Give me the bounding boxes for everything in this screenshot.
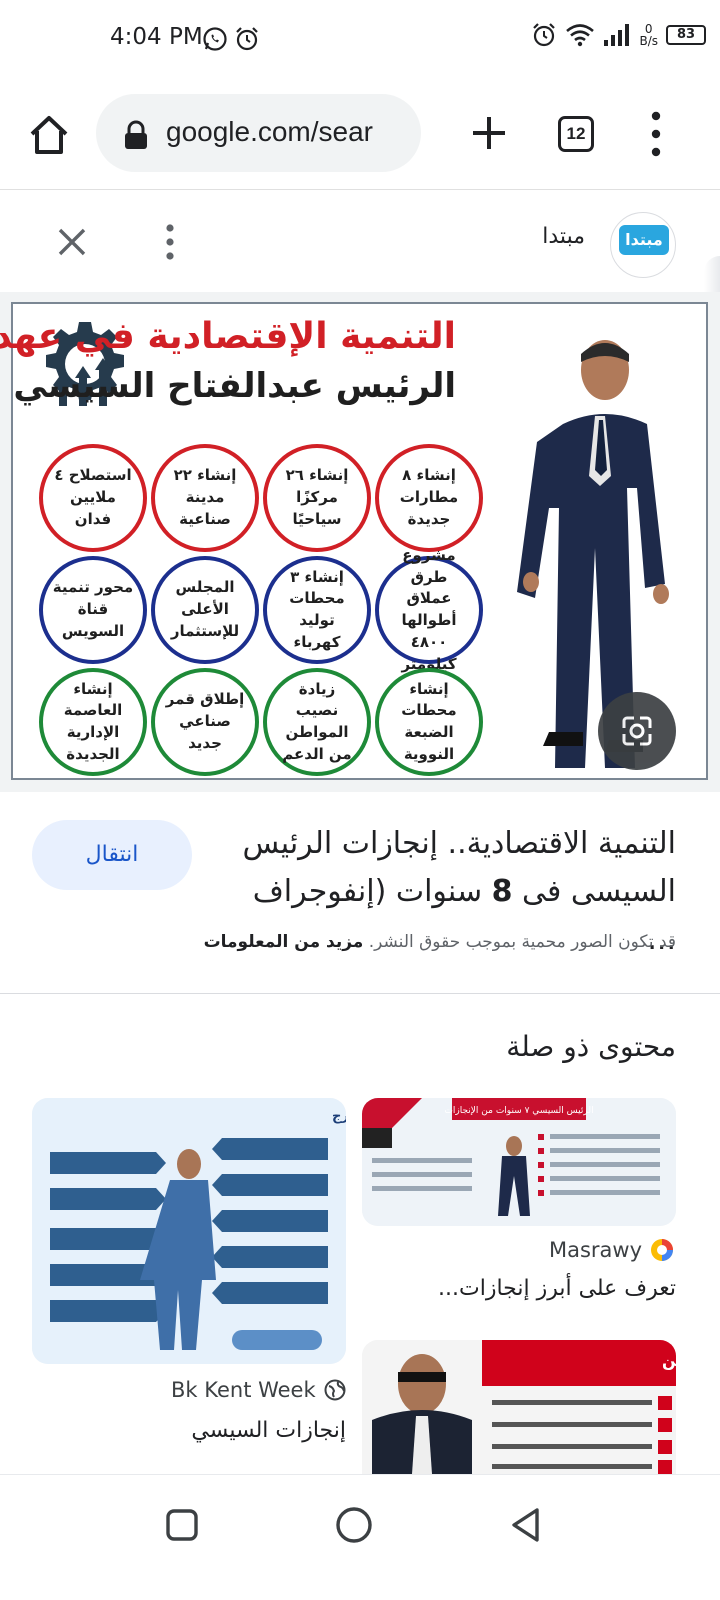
related-thumbnail-caption: مشروعات الرئيس خلال العامين القادمين	[662, 1351, 676, 1370]
info-circle: زيادة نصيب المواطن من الدعم	[263, 668, 371, 776]
network-speed: 0 B/s	[639, 22, 658, 48]
address-bar[interactable]: google.com/sear	[96, 94, 421, 172]
masrawy-logo-icon	[651, 1239, 674, 1261]
infographic-title: التنمية الإقتصادية في عهد	[0, 316, 456, 357]
new-tab-icon[interactable]	[464, 108, 514, 158]
info-circle: إنشاء محطات الضبعة النووية	[375, 668, 483, 776]
related-card-image[interactable]: أبرز انجازات السيسي خلال عام من حكمه في …	[32, 1098, 346, 1364]
lock-icon	[125, 120, 147, 149]
google-lens-button[interactable]	[598, 692, 676, 770]
copyright-notice: قد تكون الصور محمية بموجب حقوق النشر. مز…	[203, 932, 676, 952]
alarm-icon	[533, 23, 556, 47]
related-card-image[interactable]: الرئيس السيسي ٧ سنوات من الإنجازات	[362, 1098, 676, 1226]
visit-button[interactable]: انتقال	[32, 820, 192, 890]
result-details: انتقال التنمية الاقتصادية.. إنجازات الرئ…	[0, 792, 720, 994]
battery-indicator: 83	[666, 25, 706, 45]
wifi-icon	[566, 24, 595, 47]
home-icon[interactable]	[24, 110, 74, 160]
related-content-heading: محتوى ذو صلة	[506, 1030, 676, 1063]
related-thumbnail: الرئيس السيسي ٧ سنوات من الإنجازات	[362, 1098, 676, 1226]
related-thumbnail-caption: أبرز انجازات السيسي خلال عام من حكمه في …	[332, 1107, 346, 1124]
related-card-image[interactable]: مشروعات الرئيس خلال العامين القادمين	[362, 1340, 676, 1474]
browser-toolbar: google.com/sear 12	[0, 80, 720, 190]
whatsapp-icon	[203, 27, 227, 51]
more-options-icon[interactable]	[160, 222, 180, 262]
related-card-title[interactable]: إنجازات السيسي	[191, 1418, 346, 1443]
info-circle: إنشاء ٢٦ مركزًا سياحيًا	[263, 444, 371, 552]
related-card-title[interactable]: تعرف على أبرز إنجازات...	[438, 1276, 676, 1301]
info-circle: إنشاء ٢٢ مدينة صناعية	[151, 444, 259, 552]
more-options-icon[interactable]	[646, 108, 666, 160]
info-circle: مشروع طرق عملاق أطوالها ٤٨٠٠ كيلومتر	[375, 546, 483, 673]
system-navigation-bar	[0, 1474, 720, 1600]
image-viewer-header: مبتدا مبتدا	[0, 192, 720, 292]
info-circle: إطلاق قمر صناعي جديد	[151, 668, 259, 776]
globe-icon	[324, 1379, 346, 1401]
related-thumbnail: أبرز انجازات السيسي خلال عام من حكمه في …	[32, 1098, 346, 1364]
status-bar: 4:04 PM 0 B/s 83	[0, 0, 720, 80]
back-icon[interactable]	[506, 1505, 546, 1545]
signal-icon	[604, 24, 630, 46]
lens-icon	[622, 716, 652, 746]
alarm-icon	[236, 27, 258, 51]
info-circle: إنشاء ٨ مطارات جديدة	[375, 444, 483, 552]
info-circle: إنشاء العاصمة الإدارية الجديدة	[39, 668, 147, 776]
related-thumbnail: مشروعات الرئيس خلال العامين القادمين	[362, 1340, 676, 1474]
home-circle-icon[interactable]	[334, 1505, 374, 1545]
related-thumbnail-caption: الرئيس السيسي ٧ سنوات من الإنجازات	[444, 1106, 593, 1116]
status-time: 4:04 PM	[110, 24, 203, 50]
info-circle: المجلس الأعلى للإستثمار	[151, 556, 259, 664]
info-circle: محور تنمية قناة السويس	[39, 556, 147, 664]
more-info-link[interactable]: مزيد من المعلومات	[204, 932, 364, 952]
logo-mark: مبتدا	[619, 225, 669, 255]
recent-apps-icon[interactable]	[162, 1505, 202, 1545]
url-text: google.com/sear	[166, 116, 374, 147]
infographic-subtitle: الرئيس عبدالفتاح السيسي	[13, 366, 456, 406]
related-card-source[interactable]: Masrawy	[549, 1238, 674, 1262]
info-circle: إنشاء ٣ محطات توليد كهرباء	[263, 556, 371, 664]
tab-switcher-button[interactable]: 12	[558, 116, 594, 152]
source-site-logo[interactable]: مبتدا	[610, 212, 676, 278]
close-icon[interactable]	[52, 222, 92, 262]
related-card-source[interactable]: Bk Kent Week	[171, 1378, 346, 1402]
source-site-name[interactable]: مبتدا	[542, 224, 585, 249]
info-circle: استصلاح ٤ ملايين فدان	[39, 444, 147, 552]
